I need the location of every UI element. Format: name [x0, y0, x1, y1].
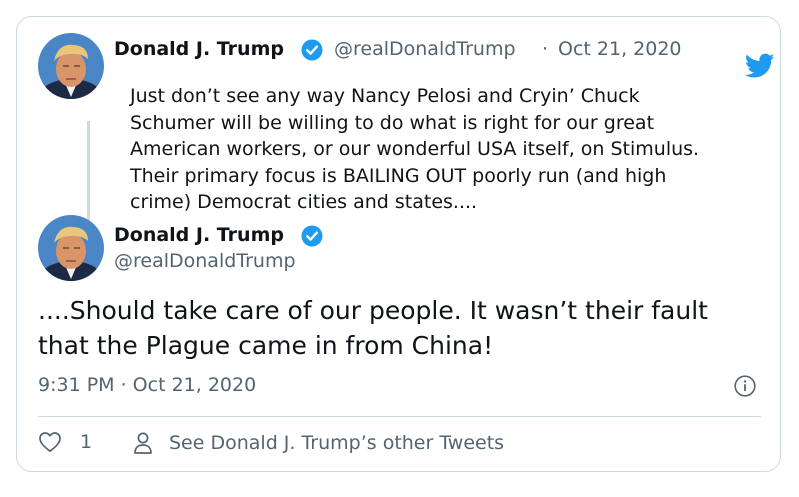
- see-other-tweets-link[interactable]: See Donald J. Trump’s other Tweets: [133, 431, 504, 455]
- author-handle[interactable]: @realDonaldTrump: [334, 38, 516, 60]
- author-name[interactable]: Donald J. Trump: [114, 38, 284, 60]
- tweet-text: ....Should take care of our people. It w…: [38, 296, 708, 360]
- separator-dot: ·: [542, 38, 549, 60]
- avatar[interactable]: [38, 215, 104, 281]
- see-other-tweets-label: See Donald J. Trump’s other Tweets: [169, 432, 505, 454]
- person-icon: [134, 432, 152, 454]
- heart-icon: [39, 432, 61, 453]
- like-button[interactable]: 1: [38, 431, 92, 453]
- tweet-timestamp[interactable]: 9:31 PM · Oct 21, 2020: [38, 374, 256, 396]
- thread-line: [87, 121, 90, 221]
- verified-badge-icon: [301, 39, 323, 61]
- embedded-tweet-card: Donald J. Trump @realDonaldTrump · Oct 2…: [16, 16, 781, 472]
- twitter-bird-icon[interactable]: [745, 53, 775, 79]
- author-handle[interactable]: @realDonaldTrump: [114, 250, 296, 272]
- tweet-text: Just don’t see any way Nancy Pelosi and …: [130, 85, 700, 213]
- avatar[interactable]: [38, 33, 104, 99]
- verified-badge-icon: [301, 225, 323, 247]
- info-icon[interactable]: [734, 375, 756, 397]
- tweet-date[interactable]: Oct 21, 2020: [558, 38, 682, 60]
- like-count: 1: [80, 431, 93, 453]
- author-name[interactable]: Donald J. Trump: [114, 224, 284, 246]
- divider: [38, 416, 761, 417]
